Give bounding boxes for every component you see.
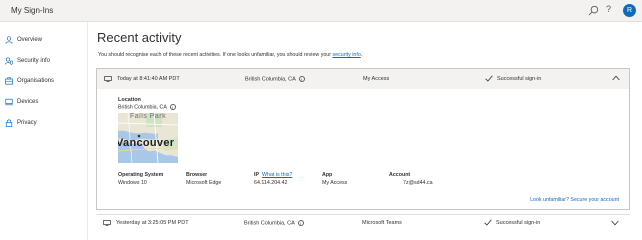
- activity-app: My Access: [363, 76, 390, 82]
- activity-location: British Columbia, CA i: [245, 76, 305, 82]
- device-icon: [104, 76, 112, 82]
- page-title: Recent activity: [97, 30, 182, 45]
- activity-card-expanded: Today at 8:41:40 AM PDT British Columbia…: [96, 68, 630, 210]
- browser-label: Browser: [186, 172, 208, 178]
- activity-row-header[interactable]: Today at 8:41:40 AM PDT British Columbia…: [97, 69, 629, 89]
- devices-icon: [5, 98, 13, 106]
- top-bar: My Sign-Ins ? R: [0, 0, 642, 22]
- chevron-down-icon[interactable]: [611, 220, 619, 226]
- sidebar-item-security-info[interactable]: Security info: [5, 55, 85, 67]
- secure-account-link[interactable]: Look unfamiliar? Secure your account: [530, 197, 619, 203]
- info-icon[interactable]: i: [298, 76, 305, 82]
- activity-app: Microsoft Teams: [362, 220, 402, 226]
- subtitle-period: .: [360, 52, 363, 58]
- chevron-up-icon[interactable]: [612, 75, 620, 81]
- sidebar-item-label: Privacy: [17, 120, 37, 126]
- avatar[interactable]: R: [623, 4, 636, 17]
- sidebar-item-privacy[interactable]: Privacy: [5, 117, 85, 129]
- sidebar: Overview Security info Organisations Dev…: [0, 22, 88, 240]
- ip-label-group: IP What is this?: [254, 172, 292, 178]
- location-label: Location: [118, 97, 141, 103]
- app-title: My Sign-Ins: [11, 6, 54, 15]
- map-label-park: Falls Park: [130, 113, 167, 120]
- activity-time: Yesterday at 3:25:05 PM PDT: [116, 220, 189, 226]
- app-label: App: [322, 172, 333, 178]
- activity-status: Successful sign-in: [497, 76, 542, 82]
- os-value: Windows 10: [118, 180, 147, 186]
- help-icon[interactable]: ?: [606, 4, 611, 14]
- location-map[interactable]: Falls Park Vancouver: [118, 113, 178, 163]
- lock-icon: [5, 119, 13, 127]
- security-info-link[interactable]: security info: [333, 52, 361, 58]
- map-label-city: Vancouver: [118, 137, 175, 149]
- activity-row-collapsed[interactable]: Yesterday at 3:25:05 PM PDT British Colu…: [96, 214, 630, 232]
- subtitle-text: You should recognise each of these recen…: [98, 52, 332, 58]
- sidebar-item-organisations[interactable]: Organisations: [5, 75, 85, 87]
- ip-value: 64.114.204.42: [254, 180, 288, 186]
- os-label: Operating System: [118, 172, 164, 178]
- browser-value: Microsoft Edge: [186, 180, 222, 186]
- checkmark-icon: [484, 219, 492, 226]
- device-icon: [103, 220, 111, 226]
- checkmark-icon: [485, 75, 493, 82]
- activity-status: Successful sign-in: [496, 220, 541, 226]
- activity-location: British Columbia, CA i: [244, 220, 304, 226]
- sidebar-item-label: Overview: [17, 37, 43, 43]
- account-value: 7z@sd44.ca: [403, 180, 433, 186]
- sidebar-item-overview[interactable]: Overview: [5, 34, 85, 46]
- info-icon[interactable]: i: [297, 220, 304, 226]
- search-icon[interactable]: [588, 5, 599, 16]
- sidebar-item-devices[interactable]: Devices: [5, 96, 85, 108]
- app-value: My Access: [322, 180, 348, 186]
- security-info-icon: [5, 57, 13, 65]
- info-icon[interactable]: i: [169, 104, 176, 110]
- person-icon: [5, 36, 13, 44]
- ip-label: IP: [254, 172, 260, 178]
- sidebar-item-label: Organisations: [17, 78, 55, 84]
- location-value-text: British Columbia, CA: [118, 104, 167, 111]
- activity-location-text: British Columbia, CA: [245, 76, 296, 83]
- account-label: Account: [389, 172, 411, 178]
- location-value: British Columbia, CA i: [118, 104, 176, 110]
- organisation-icon: [5, 77, 13, 85]
- what-is-this-link[interactable]: What is this?: [262, 172, 292, 178]
- sidebar-item-label: Devices: [17, 99, 39, 105]
- page-subtitle: You should recognise each of these recen…: [98, 52, 362, 58]
- sidebar-item-label: Security info: [17, 58, 51, 64]
- activity-time: Today at 8:41:40 AM PDT: [117, 76, 180, 82]
- activity-location-text: British Columbia, CA: [244, 220, 295, 227]
